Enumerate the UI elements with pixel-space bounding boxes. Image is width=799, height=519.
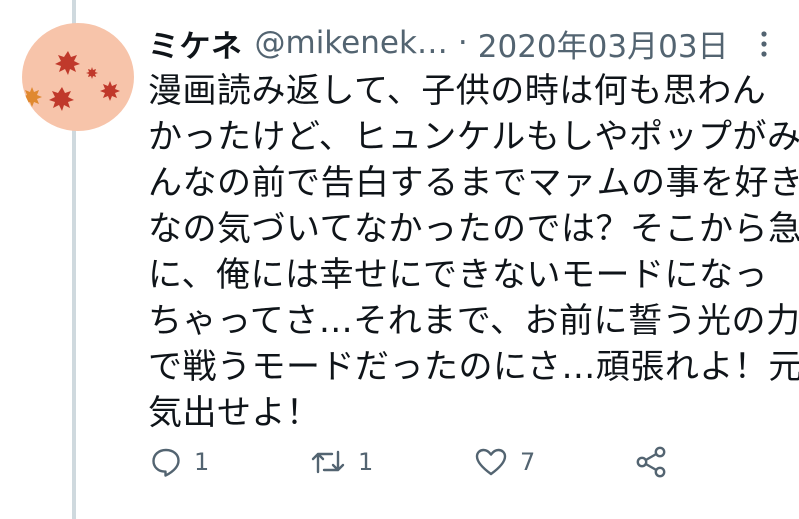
heart-icon (474, 446, 508, 478)
reply-button[interactable]: 1 (150, 440, 209, 484)
share-button[interactable] (634, 440, 668, 484)
avatar[interactable] (22, 23, 134, 131)
tweet[interactable]: ミケネ @mikenek… · 2020年03月03日 漫画読み返して、子供の時… (0, 0, 799, 519)
tweet-text-line: 漫画読み返して、子供の時は何も思わん (148, 71, 767, 111)
tweet-text-line: かったけど、ヒュンケルもしやポップがみ (148, 117, 799, 157)
tweet-text-line: で戦うモードだったのにさ…頑張れよ！元 (148, 347, 799, 387)
separator-dot: · (457, 25, 468, 61)
tweet-text: 漫画読み返して、子供の時は何も思わん かったけど、ヒュンケルもしやポップがみ ん… (148, 68, 799, 436)
maple-leaves-icon (22, 51, 120, 111)
user-handle[interactable]: @mikenek… (255, 25, 448, 61)
tweet-text-line: なの気づいてなかったのでは？そこから急 (148, 209, 799, 249)
tweet-text-line: んなの前で告白するまでマァムの事を好き (148, 163, 799, 203)
share-icon (634, 445, 668, 479)
retweet-count: 1 (358, 448, 374, 476)
like-count: 7 (520, 448, 536, 476)
tweet-date[interactable]: 2020年03月03日 (478, 21, 729, 66)
more-vertical-icon[interactable] (752, 24, 776, 64)
tweet-actions: 1 1 7 (150, 440, 710, 484)
tweet-text-line: ちゃってさ…それまで、お前に誓う光の力 (148, 301, 799, 341)
like-button[interactable]: 7 (474, 440, 535, 484)
retweet-icon (310, 446, 346, 478)
reply-count: 1 (194, 448, 210, 476)
tweet-text-line: 気出せよ！ (148, 393, 321, 433)
tweet-text-line: に、俺には幸せにできないモードになっ (148, 255, 768, 295)
retweet-button[interactable]: 1 (310, 440, 373, 484)
display-name[interactable]: ミケネ (148, 21, 243, 66)
tweet-header: ミケネ @mikenek… · 2020年03月03日 (148, 18, 778, 68)
reply-icon (150, 446, 182, 478)
